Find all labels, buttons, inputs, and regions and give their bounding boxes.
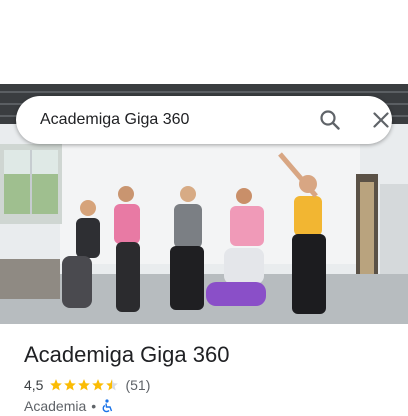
star-icon bbox=[50, 379, 63, 391]
star-half-icon bbox=[106, 379, 119, 391]
star-icon bbox=[92, 379, 105, 391]
search-input[interactable]: Academiga Giga 360 bbox=[40, 96, 189, 144]
close-icon[interactable] bbox=[369, 108, 393, 132]
category-label: Academia bbox=[24, 398, 87, 414]
search-bar[interactable]: Academiga Giga 360 bbox=[16, 96, 392, 144]
rating-row[interactable]: 4,5 (51) bbox=[24, 376, 150, 394]
star-rating bbox=[49, 378, 119, 392]
separator-dot: • bbox=[91, 398, 97, 414]
place-title: Academiga Giga 360 bbox=[24, 342, 230, 367]
category-row: Academia • bbox=[24, 397, 113, 415]
wheelchair-icon bbox=[101, 399, 113, 413]
star-icon bbox=[78, 379, 91, 391]
review-count[interactable]: (51) bbox=[125, 377, 150, 393]
search-icon[interactable] bbox=[318, 108, 342, 132]
star-icon bbox=[64, 379, 77, 391]
rating-value: 4,5 bbox=[24, 377, 44, 393]
